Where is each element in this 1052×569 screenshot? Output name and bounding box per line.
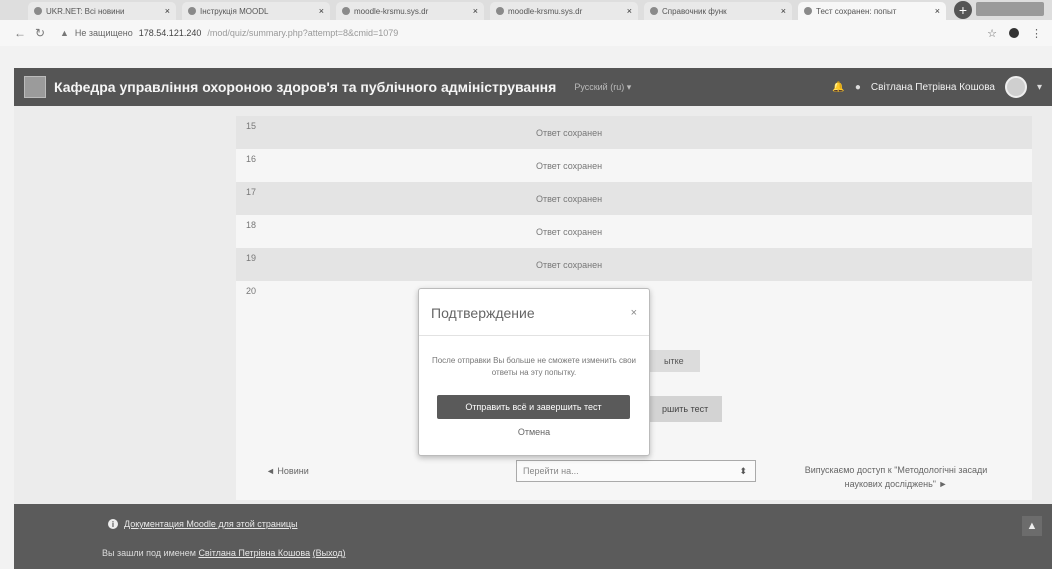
bookmark-star-icon[interactable]: ☆	[987, 27, 997, 40]
question-status: Ответ сохранен	[536, 161, 603, 171]
user-name[interactable]: Світлана Петрівна Кошова	[871, 82, 995, 93]
table-row: 18 Ответ сохранен	[236, 215, 1032, 248]
browser-tab[interactable]: Інструкція MOODL ×	[182, 2, 330, 20]
site-title[interactable]: Кафедра управління охороною здоров'я та …	[54, 79, 556, 95]
moodle-docs-link-row: i Документация Moodle для этой страницы	[108, 519, 297, 529]
question-status: Ответ сохранен	[536, 260, 603, 270]
submit-all-finish-button[interactable]: ршить тест	[648, 396, 723, 422]
favicon-icon	[342, 7, 350, 15]
next-activity-link[interactable]: Випускаємо доступ к "Методологічні засад…	[796, 464, 996, 491]
divider	[419, 335, 649, 336]
browser-menu-icon[interactable]: ⋮	[1031, 27, 1042, 40]
url-warning-label: Не защищено	[74, 28, 133, 38]
close-tab-icon[interactable]: ×	[165, 6, 170, 16]
browser-tab-strip: UKR.NET: Всі новини × Інструкція MOODL × m…	[0, 0, 1052, 20]
close-icon[interactable]: ×	[631, 307, 637, 319]
favicon-icon	[650, 7, 658, 15]
table-row: 16 Ответ сохранен	[236, 149, 1032, 182]
tab-title: Справочник функ	[662, 6, 727, 16]
table-row: 19 Ответ сохранен	[236, 248, 1032, 281]
dialog-message: После отправки Вы больше не сможете изме…	[431, 356, 637, 377]
browser-tab[interactable]: UKR.NET: Всі новини ×	[28, 2, 176, 20]
close-tab-icon[interactable]: ×	[781, 6, 786, 16]
url-path: /mod/quiz/summary.php?attempt=8&cmid=107…	[207, 28, 399, 38]
favicon-icon	[188, 7, 196, 15]
avatar[interactable]	[1004, 76, 1027, 98]
tab-title: Інструкція MOODL	[200, 6, 269, 16]
browser-tab[interactable]: Справочник функ ×	[644, 2, 792, 20]
question-status: Ответ сохранен	[536, 128, 603, 138]
url-field[interactable]: ▲ Не защищено 178.54.121.240/mod/quiz/su…	[60, 28, 987, 38]
return-to-attempt-button[interactable]: ытке	[648, 350, 700, 372]
question-status: Ответ сохранен	[536, 227, 603, 237]
tab-title: moodle-krsmu.sys.dr	[508, 6, 583, 16]
close-tab-icon[interactable]: ×	[473, 6, 478, 16]
confirmation-dialog: Подтверждение × После отправки Вы больше…	[418, 288, 650, 456]
jump-to-placeholder: Перейти на...	[523, 466, 579, 476]
new-tab-button[interactable]: +	[954, 1, 972, 19]
logout-link[interactable]: (Выход)	[313, 548, 346, 558]
window-controls[interactable]	[976, 2, 1044, 16]
url-host: 178.54.121.240	[138, 28, 202, 38]
login-info: Вы зашли под именем Світлана Петрівна Ко…	[102, 548, 346, 558]
question-number[interactable]: 18	[246, 220, 256, 230]
question-number[interactable]: 19	[246, 253, 256, 263]
browser-tab-active[interactable]: Тест сохранен: попыт ×	[798, 2, 946, 20]
moodle-docs-link[interactable]: Документация Moodle для этой страницы	[124, 519, 297, 529]
select-arrows-icon: ⬍	[739, 466, 747, 476]
favicon-icon	[496, 7, 504, 15]
not-secure-warning-icon[interactable]: ▲	[60, 28, 69, 38]
info-icon: i	[108, 519, 118, 529]
favicon-icon	[804, 7, 812, 15]
back-to-top-button[interactable]: ▲	[1022, 516, 1042, 536]
favicon-icon	[34, 7, 42, 15]
question-number[interactable]: 15	[246, 121, 256, 131]
page-footer: i Документация Moodle для этой страницы …	[14, 504, 1052, 569]
chevron-down-icon[interactable]: ▾	[1037, 82, 1042, 93]
dialog-title: Подтверждение	[431, 305, 535, 321]
notification-bell-icon[interactable]: 🔔	[832, 82, 844, 93]
reload-icon[interactable]: ↻	[30, 26, 50, 40]
language-menu[interactable]: Русский (ru) ▾	[574, 82, 631, 93]
table-row: 17 Ответ сохранен	[236, 182, 1032, 215]
address-bar: ← ↻ ▲ Не защищено 178.54.121.240/mod/qui…	[0, 20, 1052, 46]
tab-title: moodle-krsmu.sys.dr	[354, 6, 429, 16]
browser-tab[interactable]: moodle-krsmu.sys.dr ×	[490, 2, 638, 20]
table-row: 15 Ответ сохранен	[236, 116, 1032, 149]
tab-title: Тест сохранен: попыт	[816, 6, 897, 16]
close-tab-icon[interactable]: ×	[627, 6, 632, 16]
profile-link[interactable]: Світлана Петрівна Кошова	[198, 548, 310, 558]
site-logo[interactable]	[24, 76, 46, 98]
question-number[interactable]: 17	[246, 187, 256, 197]
extension-icon[interactable]	[1009, 28, 1019, 38]
messages-icon[interactable]: ●	[855, 82, 861, 93]
close-tab-icon[interactable]: ×	[319, 6, 324, 16]
previous-activity-link[interactable]: ◄ Новини	[266, 466, 309, 476]
submit-all-and-finish-button[interactable]: Отправить всё и завершить тест	[437, 395, 630, 419]
back-arrow-icon[interactable]: ←	[10, 26, 30, 40]
question-number[interactable]: 16	[246, 154, 256, 164]
question-status: Ответ сохранен	[536, 194, 603, 204]
question-number[interactable]: 20	[246, 286, 256, 296]
cancel-button[interactable]: Отмена	[419, 427, 649, 437]
moodle-navbar: Кафедра управління охороною здоров'я та …	[14, 68, 1052, 106]
browser-tab[interactable]: moodle-krsmu.sys.dr ×	[336, 2, 484, 20]
jump-to-select[interactable]: Перейти на... ⬍	[516, 460, 756, 482]
tab-title: UKR.NET: Всі новини	[46, 6, 125, 16]
close-tab-icon[interactable]: ×	[935, 6, 940, 16]
login-prefix: Вы зашли под именем	[102, 548, 196, 558]
